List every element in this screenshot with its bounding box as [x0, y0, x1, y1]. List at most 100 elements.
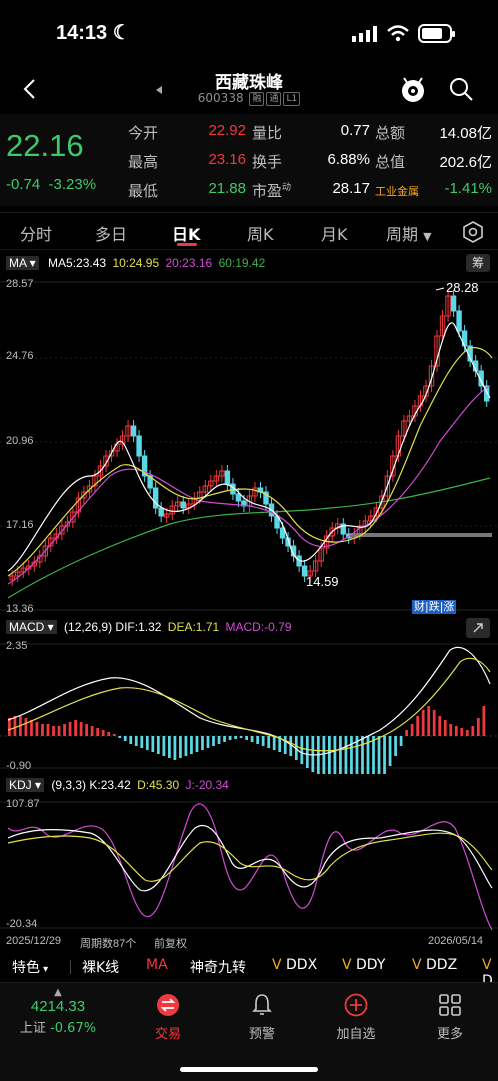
ma20-line: [7, 385, 491, 585]
axis-bottom: 13.36: [6, 603, 34, 615]
toolbar-naked-k[interactable]: 裸K线: [82, 957, 119, 977]
high-label: 最高: [128, 153, 159, 171]
index-widget[interactable]: ▲ 4214.33 上证 -0.67%: [8, 987, 108, 1036]
kdj-selector[interactable]: KDJ ▾: [6, 778, 45, 792]
macd-bar: [272, 736, 276, 750]
tab-monthly-k[interactable]: 月K: [321, 221, 348, 245]
index-value: 4214.33: [30, 998, 86, 1015]
toolbar-ddx[interactable]: V DDX: [272, 957, 317, 973]
tab-multi-day[interactable]: 多日: [95, 221, 127, 245]
high-value: 23.16: [208, 151, 246, 168]
macd-bar: [394, 736, 397, 756]
macd-bar: [13, 716, 17, 736]
add-circle-icon: [344, 993, 368, 1017]
macd-bar: [145, 736, 149, 750]
macd-bar: [256, 736, 260, 744]
macd-bar: [101, 730, 105, 736]
open-label: 今开: [128, 124, 159, 142]
kdj-axis-bottom: -20.34: [6, 918, 38, 930]
macd-bar: [333, 736, 337, 774]
tag-margin: 融: [249, 91, 265, 106]
stock-code-row: 600338 融通 L1: [0, 91, 498, 106]
macd-params: (12,26,9): [64, 620, 113, 634]
toolbar-divider: [70, 960, 71, 974]
candle-body: [130, 425, 137, 437]
macd-bar: [24, 718, 28, 736]
candle-body: [136, 435, 142, 457]
kdj-legend: KDJ ▾ (9,3,3) K:23.42 D:45.30 J:-20.34: [6, 778, 229, 792]
candle-body: [224, 470, 231, 485]
settings-hex-icon[interactable]: [462, 221, 484, 243]
low-label: 最低: [128, 182, 159, 200]
macd-dif: DIF:1.32: [115, 620, 162, 634]
macd-bar: [438, 716, 442, 736]
axis-level-3: 20.96: [6, 435, 34, 447]
tab-period[interactable]: 周期 ▼: [386, 221, 432, 245]
toolbar-special[interactable]: 特色 ▾: [12, 957, 48, 977]
nav-trade[interactable]: 交易: [128, 993, 208, 1053]
nav-alert[interactable]: 预警: [222, 993, 302, 1053]
tab-weekly-k[interactable]: 周K: [247, 221, 274, 245]
ma-selector[interactable]: MA ▾: [6, 256, 39, 270]
toolbar-ma[interactable]: MA: [146, 957, 168, 973]
kdj-params: (9,3,3): [51, 778, 87, 792]
chip-band: [350, 533, 492, 537]
macd-bar: [377, 736, 381, 774]
nav-add-watchlist[interactable]: 加自选: [316, 993, 396, 1053]
macd-bar: [134, 736, 138, 746]
start-date: 2025/12/29: [6, 935, 62, 947]
moon-icon: ☾: [112, 22, 131, 44]
status-bar: 14:13 ☾: [0, 0, 498, 66]
macd-bar: [410, 724, 414, 736]
toolbar-ddz[interactable]: V DDZ: [412, 957, 457, 973]
expand-icon[interactable]: [466, 618, 490, 638]
nav-alert-label: 预警: [248, 1027, 275, 1042]
macd-bar: [140, 736, 144, 748]
kdj-chart[interactable]: [0, 798, 498, 932]
adjust-mode[interactable]: 前复权: [154, 935, 187, 951]
macd-bar: [35, 722, 39, 736]
amount-value: 14.08亿: [439, 125, 492, 142]
market-cap-value: 202.6亿: [439, 154, 492, 171]
macd-bar: [476, 718, 480, 736]
low-marker: 14.59: [306, 574, 339, 589]
bell-icon: [252, 994, 272, 1015]
macd-bar: [388, 736, 392, 766]
macd-bar: [223, 736, 226, 742]
dif-line: [7, 646, 491, 756]
macd-bar: [283, 736, 287, 754]
sector-label[interactable]: 工业金属: [375, 183, 419, 199]
macd-chart[interactable]: [0, 640, 498, 774]
candlestick-chart[interactable]: 28.28 14.59: [0, 276, 498, 616]
index-up-arrow-icon: ▲: [54, 987, 62, 998]
macd-bar: [112, 734, 116, 736]
tab-daily-k[interactable]: 日K: [172, 221, 200, 245]
macd-bar: [305, 736, 309, 768]
end-date: 2026/05/14: [428, 935, 484, 947]
status-time: 14:13 ☾: [56, 22, 131, 44]
macd-bar: [416, 716, 420, 736]
axis-top: 28.57: [6, 278, 34, 290]
macd-bar: [432, 710, 436, 736]
toolbar-ddy[interactable]: V DDY: [342, 957, 385, 973]
caret-down-icon: ▼: [423, 230, 432, 243]
quote-panel: 22.16 -0.74 -3.23% 今开 22.92 量比 0.77 总额 1…: [0, 114, 498, 206]
macd-dea: DEA:1.71: [167, 620, 220, 634]
finance-badge[interactable]: 财|跌|涨: [412, 600, 457, 614]
toolbar-td9[interactable]: 神奇九转: [190, 957, 246, 977]
macd-bar: [201, 736, 204, 750]
home-indicator: [180, 1067, 318, 1072]
macd-bar: [361, 736, 364, 774]
macd-bar: [372, 736, 375, 774]
macd-value: MACD:-0.79: [225, 620, 292, 634]
tab-intraday[interactable]: 分时: [20, 221, 52, 245]
macd-bar: [421, 710, 425, 736]
ma5-value: MA5:23.43: [48, 256, 107, 270]
turnover-value: 6.88%: [327, 151, 370, 168]
chip-distribution-button[interactable]: 筹: [466, 254, 490, 272]
active-tab-indicator: [177, 243, 197, 246]
macd-selector[interactable]: MACD ▾: [6, 620, 57, 634]
macd-bar: [184, 736, 188, 756]
index-change-row: 上证 -0.67%: [19, 1021, 97, 1036]
nav-more[interactable]: 更多: [410, 993, 490, 1053]
